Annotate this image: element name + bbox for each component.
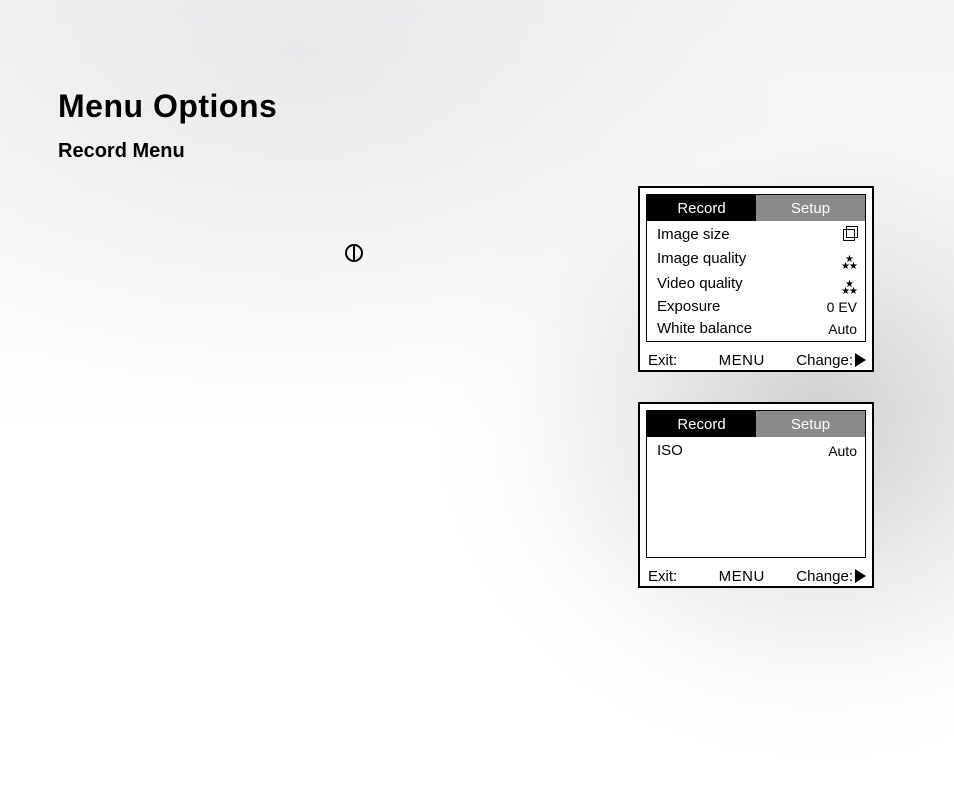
menu-inner: Record Setup Image size Image quality ★★… <box>646 194 866 342</box>
menu-item-label: Video quality <box>657 274 809 294</box>
menu-item-value: Auto <box>809 319 857 339</box>
footer-exit-label: Exit: <box>648 352 677 369</box>
menu-item-white-balance[interactable]: White balance Auto <box>657 319 857 339</box>
triangle-right-icon <box>855 569 866 583</box>
tab-record[interactable]: Record <box>647 195 756 221</box>
menu-tabs: Record Setup <box>647 195 865 221</box>
menu-item-label: Exposure <box>657 297 809 317</box>
menu-footer: Exit: MENU Change: <box>640 348 872 372</box>
menu-inner: Record Setup ISO Auto <box>646 410 866 558</box>
footer-exit-label: Exit: <box>648 568 677 585</box>
footer-change-button[interactable]: Change: <box>796 352 866 369</box>
menu-item-image-quality[interactable]: Image quality ★★★ <box>657 247 857 270</box>
menu-item-exposure[interactable]: Exposure 0 EV <box>657 297 857 317</box>
footer-change-button[interactable]: Change: <box>796 568 866 585</box>
tab-record[interactable]: Record <box>647 411 756 437</box>
footer-change-label: Change: <box>796 352 853 369</box>
menu-item-value: 0 EV <box>809 297 857 317</box>
menu-item-video-quality[interactable]: Video quality ★★★ <box>657 272 857 295</box>
menu-body: ISO Auto <box>647 437 865 557</box>
menu-item-label: Image quality <box>657 249 809 269</box>
quality-stars-icon: ★★★ <box>809 272 857 295</box>
footer-menu-button[interactable]: MENU <box>677 352 796 369</box>
power-icon <box>345 244 363 262</box>
page-subtitle: Record Menu <box>58 140 185 163</box>
footer-menu-button[interactable]: MENU <box>677 568 796 585</box>
page-title: Menu Options <box>58 88 277 125</box>
menu-item-iso[interactable]: ISO Auto <box>657 441 857 461</box>
record-menu-panel-1: Record Setup Image size Image quality ★★… <box>638 186 874 372</box>
menu-footer: Exit: MENU Change: <box>640 564 872 588</box>
menu-item-value: Auto <box>809 441 857 461</box>
menu-tabs: Record Setup <box>647 411 865 437</box>
record-menu-panel-2: Record Setup ISO Auto Exit: MENU Change: <box>638 402 874 588</box>
image-size-icon <box>809 225 857 245</box>
quality-stars-icon: ★★★ <box>809 247 857 270</box>
triangle-right-icon <box>855 353 866 367</box>
tab-setup[interactable]: Setup <box>756 411 865 437</box>
menu-item-label: ISO <box>657 441 809 461</box>
tab-setup[interactable]: Setup <box>756 195 865 221</box>
footer-change-label: Change: <box>796 568 853 585</box>
menu-item-label: Image size <box>657 225 809 245</box>
menu-body: Image size Image quality ★★★ Video quali… <box>647 221 865 341</box>
menu-item-label: White balance <box>657 319 809 339</box>
menu-item-image-size[interactable]: Image size <box>657 225 857 245</box>
